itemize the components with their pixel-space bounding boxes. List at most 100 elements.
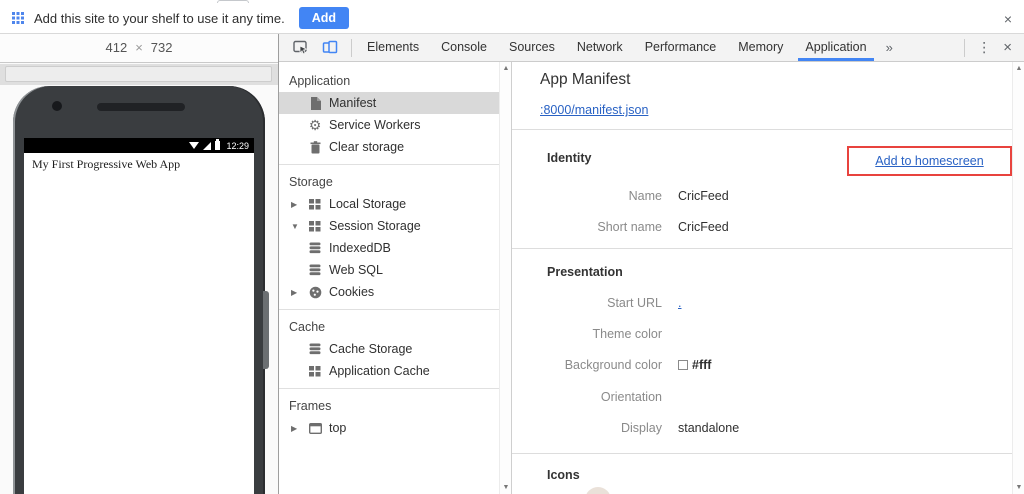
device-dimensions: 412 × 732 [0,34,278,62]
display-label: Display [621,421,662,435]
dimension-separator: × [135,40,143,55]
tab-application[interactable]: Application [794,34,877,61]
scroll-up-icon[interactable]: ▲ [1013,65,1024,72]
sidebar-item-label: Cookies [329,285,375,299]
manifest-file-link[interactable]: :8000/manifest.json [540,103,648,117]
document-icon [308,96,322,110]
sidebar-section-divider [279,309,511,310]
scroll-down-icon[interactable]: ▼ [500,484,512,491]
device-height: 732 [150,40,173,55]
horizontal-scrollbar[interactable] [0,64,278,85]
devtools-close-icon[interactable]: × [1001,39,1024,56]
devtools-menu-icon[interactable]: ⋮ [967,39,1001,56]
shelf-infobar: Add this site to your shelf to use it an… [0,3,1024,34]
main-scrollbar[interactable]: ▲ ▼ [1012,62,1024,494]
tab-network[interactable]: Network [566,34,634,61]
chevron-right-icon[interactable]: ▶ [291,200,308,209]
device-width: 412 [105,40,128,55]
wifi-icon [189,142,200,149]
phone-power-button [263,291,269,369]
sidebar-item-web-sql[interactable]: Web SQL [279,259,511,281]
sidebar-item-manifest[interactable]: Manifest [279,92,511,114]
presentation-header: Presentation [547,265,623,279]
tab-memory[interactable]: Memory [727,34,794,61]
pwa-page-title: My First Progressive Web App [32,157,181,171]
sidebar-item-label: top [329,421,347,435]
theme-color-label: Theme color [592,327,662,341]
sidebar-scrollbar[interactable]: ▲ ▼ [499,62,511,494]
add-to-shelf-button[interactable]: Add [298,7,350,29]
sidebar-item-session-storage[interactable]: ▼ Session Storage [279,215,511,237]
app-icon-preview [585,487,611,494]
chevron-right-icon[interactable]: ▶ [291,424,308,433]
orientation-label: Orientation [600,390,662,404]
phone-screen: 12:29 My First Progressive Web App [24,138,254,494]
scroll-down-icon[interactable]: ▼ [1013,484,1024,491]
device-toolbar-toggle-icon[interactable] [321,39,339,57]
gear-icon: ⚙ [308,117,322,133]
chevron-right-icon[interactable]: ▶ [291,288,308,297]
name-label: Name [628,189,662,203]
table-icon [308,364,322,378]
sidebar-item-top-frame[interactable]: ▶ top [279,417,511,439]
tab-elements[interactable]: Elements [356,34,430,61]
scrollbar-thumb[interactable] [5,66,272,82]
cell-signal-icon [203,141,212,150]
screen: Add this site to your shelf to use it an… [0,0,1024,494]
add-to-homescreen-link[interactable]: Add to homescreen [875,154,983,168]
start-url-label: Start URL [607,296,662,310]
sidebar-item-label: Clear storage [329,140,405,154]
start-url-value: . [678,296,682,310]
scroll-up-icon[interactable]: ▲ [500,65,512,72]
sidebar-section-divider [279,388,511,389]
sidebar-item-indexeddb[interactable]: IndexedDB [279,237,511,259]
frame-icon [308,421,322,435]
table-icon [308,197,322,211]
status-time: 12:29 [226,140,249,151]
page-title: App Manifest [540,71,631,88]
color-swatch [678,360,688,370]
sidebar-item-label: Manifest [329,96,377,110]
sidebar-item-local-storage[interactable]: ▶ Local Storage [279,193,511,215]
sidebar-item-label: Service Workers [329,118,421,132]
identity-header: Identity [547,151,592,165]
infobar-close-icon[interactable]: × [1004,11,1012,27]
sidebar-item-application-cache[interactable]: Application Cache [279,360,511,382]
phone-camera [52,101,62,111]
phone-statusbar: 12:29 [24,138,254,153]
chevron-down-icon[interactable]: ▼ [291,222,308,231]
icons-header: Icons [547,468,580,482]
application-sidebar: Application Manifest ⚙ Service Workers C… [279,62,511,494]
sidebar-item-label: Application Cache [329,364,430,378]
tab-performance[interactable]: Performance [634,34,728,61]
sidebar-section-divider [279,164,511,165]
sidebar-section-storage: Storage [289,175,333,189]
device-emulation-area: 12:29 My First Progressive Web App [0,62,278,494]
sidebar-item-clear-storage[interactable]: Clear storage [279,136,511,158]
manifest-panel: App Manifest :8000/manifest.json Identit… [512,62,1012,494]
phone-speaker [97,103,185,111]
sidebar-item-label: Session Storage [329,219,421,233]
short-name-label: Short name [597,220,662,234]
sidebar-item-cache-storage[interactable]: Cache Storage [279,338,511,360]
section-divider [512,129,1012,130]
sidebar-item-cookies[interactable]: ▶ Cookies [279,281,511,303]
name-value: CricFeed [678,189,729,203]
display-value: standalone [678,421,740,435]
sidebar-item-label: Local Storage [329,197,407,211]
short-name-value: CricFeed [678,220,729,234]
tab-sources[interactable]: Sources [498,34,566,61]
devtools-toolbar: Elements Console Sources Network Perform… [279,34,1024,62]
database-icon [308,342,322,356]
sidebar-item-service-workers[interactable]: ⚙ Service Workers [279,114,511,136]
section-divider [512,453,1012,454]
apps-grid-icon [12,12,24,24]
sidebar-section-application: Application [289,74,351,88]
toolbar-separator [964,38,966,57]
more-tabs-icon[interactable]: » [878,40,901,55]
inspect-element-icon[interactable] [291,39,309,57]
trash-icon [308,140,322,154]
shelf-message: Add this site to your shelf to use it an… [34,10,285,26]
table-icon [308,219,322,233]
tab-console[interactable]: Console [430,34,498,61]
